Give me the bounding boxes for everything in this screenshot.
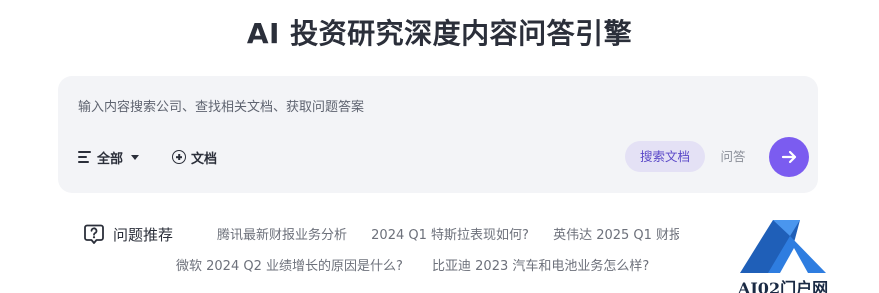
tab-search-documents[interactable]: 搜索文档 — [625, 141, 705, 172]
recommendation-item[interactable]: 微软 2024 Q2 业绩增长的原因是什么? — [176, 255, 403, 274]
recommendation-item[interactable]: 2024 Q1 特斯拉表现如何? — [371, 224, 529, 243]
recommendation-item[interactable]: 腾讯最新财报业务分析 — [217, 224, 347, 243]
arrow-right-icon — [781, 150, 797, 164]
search-box: 全部 文档 搜索文档 问答 — [58, 76, 818, 193]
page-title: AI 投资研究深度内容问答引擎 — [246, 17, 633, 50]
question-bubble-icon — [84, 224, 104, 244]
recommendations-row-2: 微软 2024 Q2 业绩增长的原因是什么? 比亚迪 2023 汽车和电池业务怎… — [176, 255, 674, 274]
submit-button[interactable] — [769, 137, 809, 177]
search-input[interactable] — [78, 96, 778, 118]
recommendations-label: 问题推荐 — [113, 225, 174, 244]
recommendation-item[interactable]: 比亚迪 2023 汽车和电池业务怎么样? — [432, 255, 649, 274]
recommendation-item[interactable]: 英伟达 2025 Q1 财报 — [553, 224, 679, 243]
tab-qa[interactable]: 问答 — [713, 141, 753, 172]
scope-label: 全部 — [97, 151, 124, 167]
watermark-text: AI02门户网 — [737, 279, 829, 293]
scope-dropdown[interactable]: 全部 — [78, 148, 140, 167]
recommendations-header: 问题推荐 — [83, 222, 173, 246]
add-document-button[interactable]: 文档 — [172, 148, 218, 167]
plus-circle-icon — [172, 150, 186, 164]
list-filter-icon — [78, 151, 92, 163]
add-document-label: 文档 — [191, 151, 218, 167]
recommendations-row-1: 腾讯最新财报业务分析 2024 Q1 特斯拉表现如何? 英伟达 2025 Q1 … — [217, 224, 679, 243]
chevron-down-icon — [131, 154, 140, 160]
